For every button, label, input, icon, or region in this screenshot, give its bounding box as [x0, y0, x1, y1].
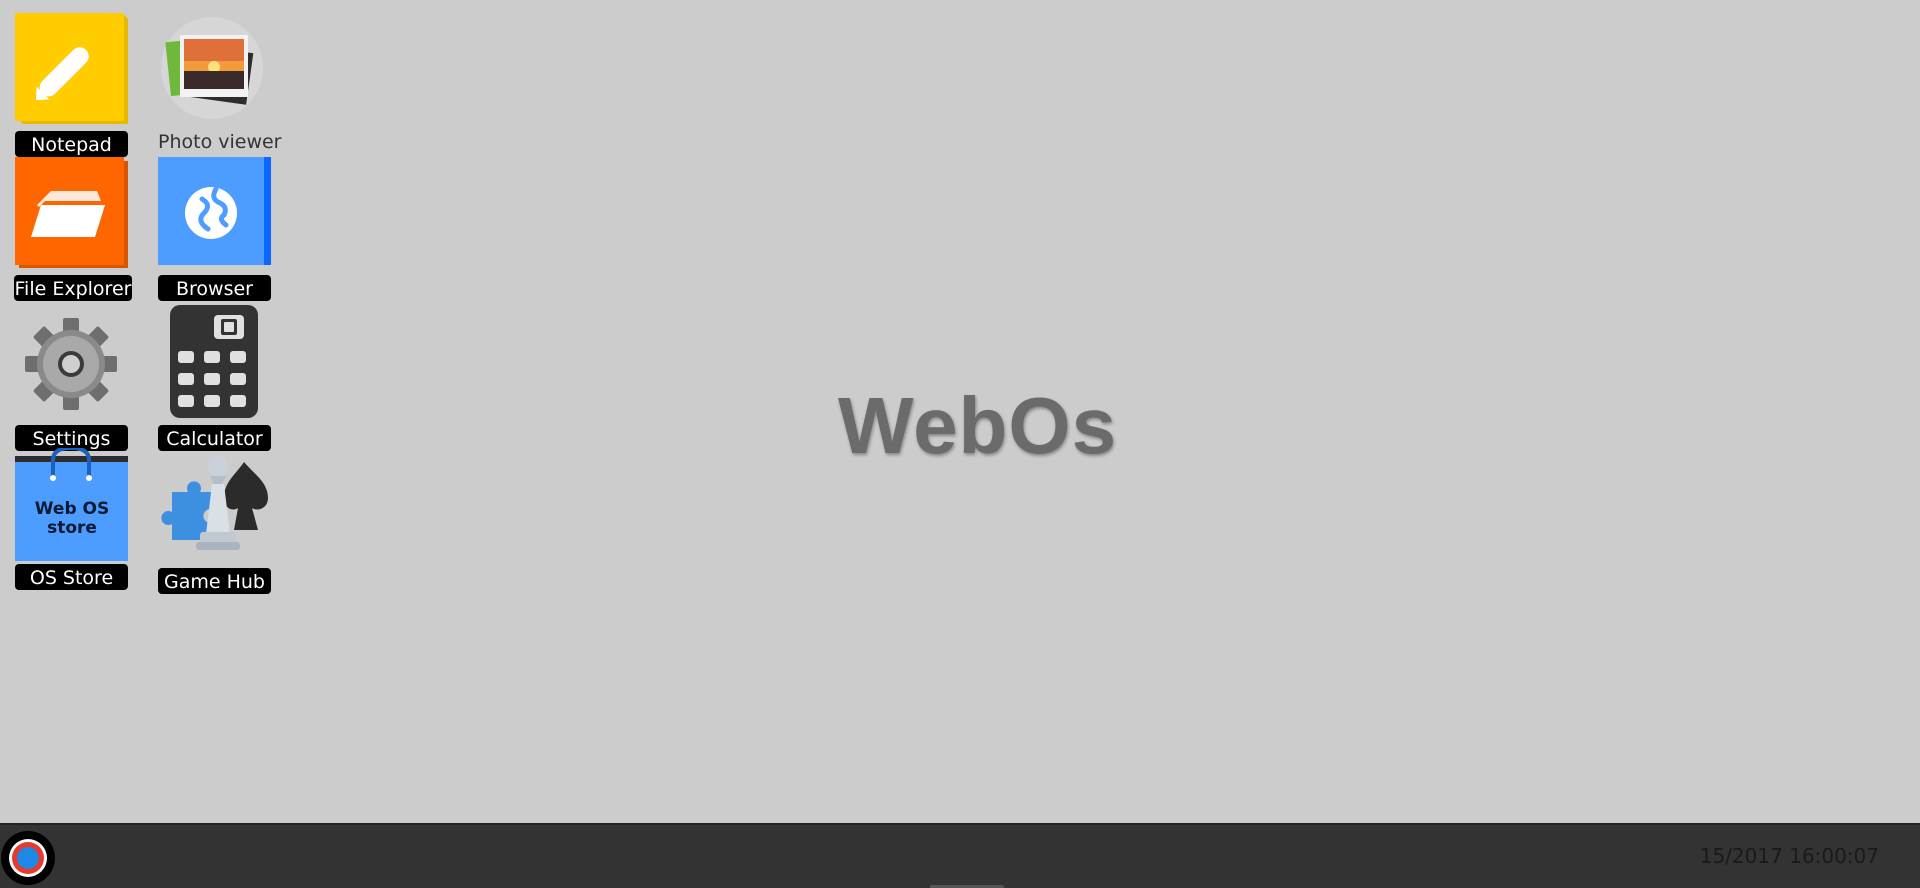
desktop-icon-label: Notepad [15, 131, 128, 157]
start-orb-core [17, 847, 39, 869]
shopping-bag-icon: Web OS store [15, 445, 128, 561]
games-icon [158, 452, 271, 565]
desktop-icon-label: OS Store [15, 564, 128, 590]
desktop: WebOs Notepad Photo viewer File Explorer… [0, 0, 1920, 823]
taskbar-clock: 15/2017 16:00:07 [1699, 844, 1879, 868]
desktop-icon-label: Browser [158, 275, 271, 301]
gear-icon [15, 308, 128, 421]
desktop-icon-label: Photo viewer [158, 131, 282, 153]
folder-icon [15, 157, 128, 270]
desktop-icon-label: Game Hub [158, 568, 271, 594]
os-watermark: WebOs [838, 381, 1118, 470]
taskbar: 15/2017 16:00:07 [0, 823, 1920, 888]
photos-icon [158, 13, 271, 126]
store-bag-text: Web OS store [34, 499, 110, 538]
start-button[interactable] [1, 831, 55, 885]
pencil-icon [15, 13, 128, 126]
desktop-icon-label: File Explorer [14, 275, 132, 301]
globe-icon [158, 157, 271, 270]
desktop-icon-label: Calculator [158, 425, 271, 451]
calculator-icon [158, 305, 271, 418]
